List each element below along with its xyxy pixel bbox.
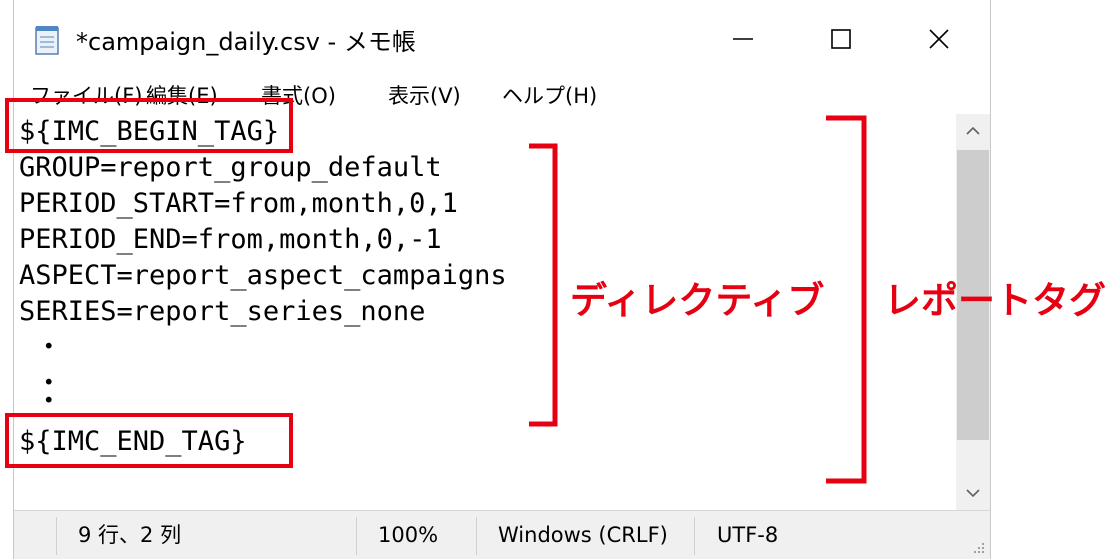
maximize-icon <box>830 28 852 50</box>
scroll-up-icon[interactable] <box>956 114 990 148</box>
begin-tag-highlight <box>5 98 293 153</box>
status-divider <box>694 517 695 555</box>
status-line-ending: Windows (CRLF) <box>498 523 668 547</box>
notepad-icon <box>34 25 62 55</box>
close-icon <box>928 28 950 50</box>
report-tag-bracket <box>826 115 867 484</box>
editor-line: SERIES=report_series_none <box>19 296 426 327</box>
report-tag-label: レポートタグ <box>884 279 1106 322</box>
editor-line: PERIOD_START=from,month,0,1 <box>19 188 458 219</box>
status-bar: 9 行、2 列 100% Windows (CRLF) UTF-8 <box>14 510 990 559</box>
editor-line: ・ <box>19 332 63 363</box>
menu-view[interactable]: 表示(V) <box>388 78 461 114</box>
status-zoom: 100% <box>378 523 439 547</box>
editor-line: PERIOD_END=from,month,0,-1 <box>19 224 442 255</box>
maximize-button[interactable] <box>792 0 890 78</box>
title-bar[interactable]: *campaign_daily.csv - メモ帳 <box>14 0 990 78</box>
directive-label: ディレクティブ <box>570 279 825 322</box>
directive-bracket <box>529 143 558 427</box>
status-divider <box>56 517 57 555</box>
editor-line: ASPECT=report_aspect_campaigns <box>19 260 507 291</box>
menu-help[interactable]: ヘルプ(H) <box>502 78 597 114</box>
status-divider <box>356 517 357 555</box>
editor-line: GROUP=report_group_default <box>19 152 442 183</box>
resize-grip-icon[interactable] <box>970 539 986 555</box>
minimize-button[interactable] <box>694 0 792 78</box>
end-tag-highlight <box>5 413 293 468</box>
scroll-down-icon[interactable] <box>956 476 990 510</box>
window-title: *campaign_daily.csv - メモ帳 <box>76 28 416 56</box>
close-button[interactable] <box>890 0 988 78</box>
status-divider <box>476 517 477 555</box>
status-encoding: UTF-8 <box>717 523 779 547</box>
status-cursor-position: 9 行、2 列 <box>78 523 182 547</box>
minimize-icon <box>732 28 754 50</box>
